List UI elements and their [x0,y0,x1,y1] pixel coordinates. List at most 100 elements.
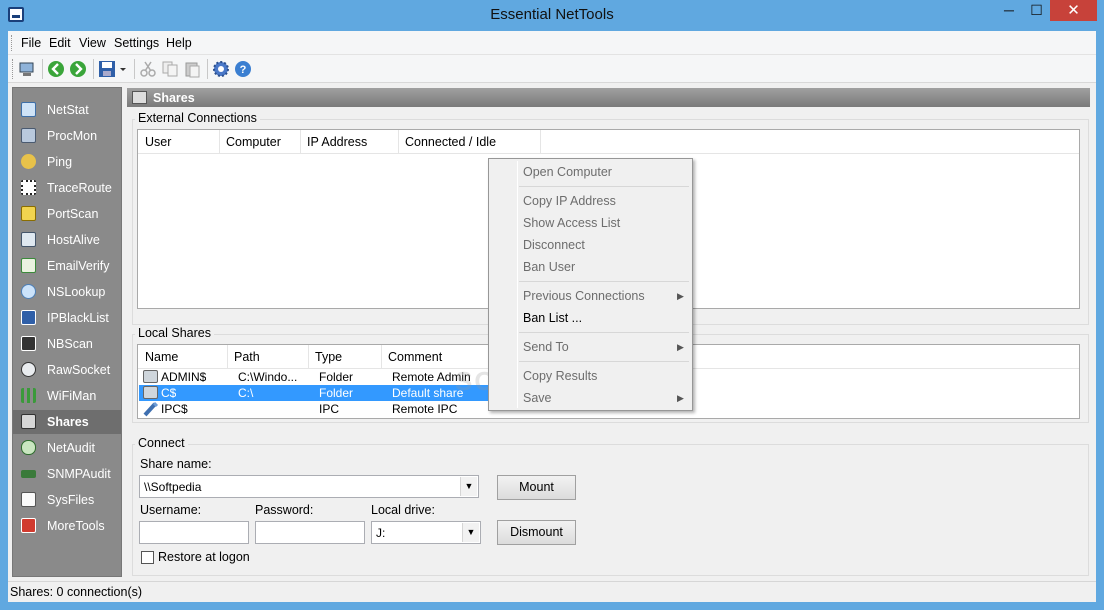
toolbar-separator [42,59,43,79]
close-button[interactable]: ✕ [1050,0,1097,21]
ipblacklist-icon [21,310,36,325]
column-divider[interactable] [398,130,399,154]
toolbar-separator [93,59,94,79]
share-comment: Default share [392,386,464,400]
chevron-down-icon[interactable]: ▼ [460,477,477,496]
column-comment[interactable]: Comment [388,350,442,364]
nav-item-emailverify[interactable]: EmailVerify [13,254,121,278]
menu-item-show-access-list[interactable]: Show Access List [523,216,620,230]
computer-icon[interactable] [18,60,36,78]
share-name-value: \\Softpedia [144,480,202,494]
tool-sidebar: NetStat ProcMon Ping TraceRoute PortScan… [12,87,122,577]
share-name-combo[interactable]: \\Softpedia ▼ [139,475,479,498]
toolbar-separator [207,59,208,79]
menu-separator [519,186,689,187]
menu-file[interactable]: File [21,36,41,50]
local-drive-combo[interactable]: J: ▼ [371,521,481,544]
paste-icon[interactable] [183,60,201,78]
share-type: IPC [319,402,340,416]
share-path: C:\Windo... [238,370,298,384]
table-row[interactable]: IPC$ IPC Remote IPC [139,401,499,417]
nav-item-procmon[interactable]: ProcMon [13,124,121,148]
column-divider[interactable] [227,345,228,369]
menu-item-ban-list[interactable]: Ban List ... [523,311,582,325]
table-row-selected[interactable]: C$ C:\ Folder Default share [139,385,499,401]
settings-icon[interactable] [212,60,230,78]
column-path[interactable]: Path [234,350,260,364]
column-user[interactable]: User [145,135,171,149]
restore-at-logon-label[interactable]: Restore at logon [158,550,250,564]
menu-view[interactable]: View [79,36,106,50]
menu-item-copy-ip[interactable]: Copy IP Address [523,194,616,208]
help-icon[interactable]: ? [234,60,252,78]
menu-item-open-computer[interactable]: Open Computer [523,165,612,179]
menu-item-ban-user[interactable]: Ban User [523,260,575,274]
nav-item-ipblacklist[interactable]: IPBlackList [13,306,121,330]
forward-icon[interactable] [69,60,87,78]
mount-button[interactable]: Mount [497,475,576,500]
nav-item-shares[interactable]: Shares [13,410,121,434]
column-divider[interactable] [381,345,382,369]
menu-separator [519,281,689,282]
nav-item-netstat[interactable]: NetStat [13,98,121,122]
username-label: Username: [140,503,202,517]
menu-settings[interactable]: Settings [114,36,159,50]
column-name[interactable]: Name [145,350,178,364]
nav-item-netaudit[interactable]: NetAudit [13,436,121,460]
nav-item-ping[interactable]: Ping [13,150,121,174]
save-dropdown-icon[interactable] [118,60,128,78]
share-folder-icon [143,370,158,383]
copy-icon[interactable] [161,60,179,78]
column-computer[interactable]: Computer [226,135,281,149]
toolbar-separator [134,59,135,79]
nav-item-snmpaudit[interactable]: SNMPAudit [13,462,121,486]
column-divider[interactable] [300,130,301,154]
local-shares-title: Local Shares [135,326,214,340]
shares-icon [21,414,36,429]
nav-item-moretools[interactable]: MoreTools [13,514,121,538]
menu-edit[interactable]: Edit [49,36,71,50]
column-divider[interactable] [219,130,220,154]
menu-item-disconnect[interactable]: Disconnect [523,238,585,252]
table-row[interactable]: ADMIN$ C:\Windo... Folder Remote Admin [139,369,499,385]
title-bar[interactable]: Essential NetTools ─ ☐ ✕ [0,0,1104,31]
menu-item-previous-connections[interactable]: Previous Connections [523,289,645,303]
menu-gutter [517,161,518,408]
back-icon[interactable] [47,60,65,78]
nav-item-portscan[interactable]: PortScan [13,202,121,226]
cut-icon[interactable] [139,60,157,78]
chevron-down-icon[interactable]: ▼ [462,523,479,542]
ping-icon [21,154,36,169]
column-divider[interactable] [540,130,541,154]
menu-help[interactable]: Help [166,36,192,50]
column-connected-idle[interactable]: Connected / Idle [405,135,496,149]
submenu-arrow-icon: ▶ [677,342,684,352]
ipc-pipe-icon [143,401,159,417]
column-divider[interactable] [308,345,309,369]
minimize-button[interactable]: ─ [995,0,1023,21]
menu-item-copy-results[interactable]: Copy Results [523,369,597,383]
nav-item-sysfiles[interactable]: SysFiles [13,488,121,512]
nav-item-rawsocket[interactable]: RawSocket [13,358,121,382]
password-input[interactable] [255,521,365,544]
connect-title: Connect [135,436,188,450]
panel-header: Shares [127,88,1090,107]
share-type: Folder [319,386,354,400]
menu-item-save[interactable]: Save [523,391,552,405]
maximize-button[interactable]: ☐ [1023,0,1050,21]
context-menu: Open Computer Copy IP Address Show Acces… [488,158,693,411]
menu-item-send-to[interactable]: Send To [523,340,569,354]
column-type[interactable]: Type [315,350,342,364]
column-ip-address[interactable]: IP Address [307,135,367,149]
nav-item-wifiman[interactable]: WiFiMan [13,384,121,408]
username-input[interactable] [139,521,249,544]
restore-at-logon-checkbox[interactable] [141,551,154,564]
nav-item-traceroute[interactable]: TraceRoute [13,176,121,200]
nav-item-hostalive[interactable]: HostAlive [13,228,121,252]
nav-item-nslookup[interactable]: NSLookup [13,280,121,304]
save-icon[interactable] [98,60,116,78]
moretools-icon [21,518,36,533]
menu-separator [519,332,689,333]
nav-item-nbscan[interactable]: NBScan [13,332,121,356]
dismount-button[interactable]: Dismount [497,520,576,545]
